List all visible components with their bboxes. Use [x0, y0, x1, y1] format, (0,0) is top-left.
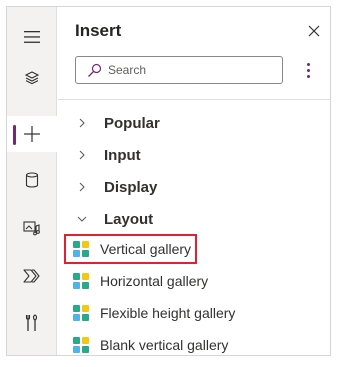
advanced-tools-button[interactable] [7, 305, 57, 341]
chevron-right-icon [77, 118, 87, 128]
category-popular[interactable]: Popular [58, 109, 330, 137]
layers-icon [24, 71, 40, 85]
category-display[interactable]: Display [58, 173, 330, 201]
plus-icon [24, 126, 40, 142]
tools-icon [25, 314, 38, 331]
close-button[interactable] [303, 20, 325, 42]
close-icon [308, 25, 320, 37]
category-label: Display [104, 178, 158, 196]
more-vertical-icon [306, 62, 310, 66]
more-options-button[interactable] [300, 58, 316, 82]
item-label: Flexible height gallery [100, 305, 236, 321]
gallery-icon [73, 273, 89, 289]
data-button[interactable] [7, 162, 57, 198]
database-icon [25, 172, 39, 188]
hamburger-icon [24, 31, 40, 43]
left-rail [7, 7, 57, 355]
search-box[interactable] [75, 56, 283, 84]
gallery-icon [73, 337, 89, 353]
insert-pane-frame: Insert Popular [6, 6, 331, 356]
tree-view-button[interactable] [7, 60, 57, 96]
media-button[interactable] [7, 210, 57, 246]
insert-button[interactable] [7, 116, 57, 152]
item-label: Vertical gallery [100, 241, 192, 257]
insert-item-vertical-gallery[interactable]: Vertical gallery [64, 234, 197, 264]
power-automate-button[interactable] [7, 258, 57, 294]
gallery-icon [73, 241, 89, 257]
search-input[interactable] [108, 63, 258, 77]
divider [58, 99, 330, 100]
item-label: Horizontal gallery [100, 273, 209, 289]
category-label: Popular [104, 114, 160, 132]
search-icon [86, 62, 102, 78]
media-icon [23, 221, 40, 236]
chevron-right-icon [77, 150, 87, 160]
menu-button[interactable] [7, 19, 57, 55]
insert-item-flexible-height-gallery[interactable]: Flexible height gallery [65, 299, 319, 327]
gallery-icon [73, 305, 89, 321]
power-automate-icon [23, 269, 40, 283]
category-label: Layout [104, 210, 154, 228]
category-label: Input [104, 146, 141, 164]
chevron-down-icon [77, 214, 87, 224]
insert-item-blank-vertical-gallery[interactable]: Blank vertical gallery [65, 331, 319, 359]
category-layout[interactable]: Layout [58, 205, 330, 233]
insert-panel: Insert Popular [58, 7, 330, 355]
chevron-right-icon [77, 182, 87, 192]
category-input[interactable]: Input [58, 141, 330, 169]
item-label: Blank vertical gallery [100, 337, 229, 353]
insert-item-horizontal-gallery[interactable]: Horizontal gallery [65, 267, 319, 295]
panel-title: Insert [75, 21, 122, 40]
